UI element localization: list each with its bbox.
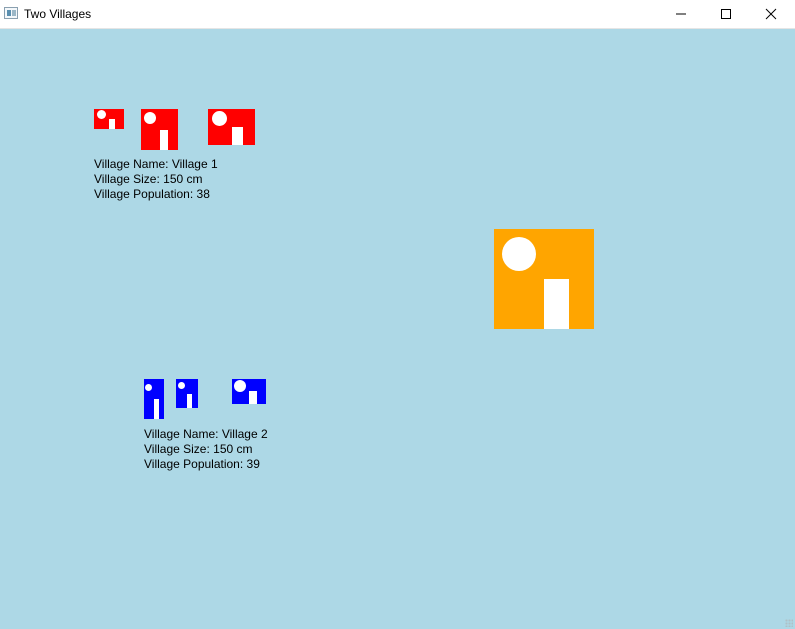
house-door bbox=[160, 130, 168, 150]
village1-size: Village Size: 150 cm bbox=[94, 172, 203, 186]
close-button[interactable] bbox=[748, 0, 794, 28]
village1-info: Village Name: Village 1 Village Size: 15… bbox=[94, 157, 218, 202]
house-window bbox=[144, 112, 156, 124]
house-window bbox=[178, 382, 185, 389]
village2-info: Village Name: Village 2 Village Size: 15… bbox=[144, 427, 268, 472]
minimize-icon bbox=[676, 13, 686, 15]
village1-population: Village Population: 38 bbox=[94, 187, 210, 201]
house-window bbox=[145, 384, 152, 391]
village1-house-3 bbox=[208, 109, 255, 145]
title-bar[interactable]: Two Villages bbox=[0, 0, 795, 29]
app-window: Two Villages Village Name: Village 1 Vil… bbox=[0, 0, 795, 629]
village2-house-1 bbox=[144, 379, 164, 419]
maximize-button[interactable] bbox=[703, 0, 749, 28]
maximize-icon bbox=[721, 9, 731, 19]
village2-name: Village Name: Village 2 bbox=[144, 427, 268, 441]
house-door bbox=[109, 119, 115, 129]
village2-population: Village Population: 39 bbox=[144, 457, 260, 471]
village2-size: Village Size: 150 cm bbox=[144, 442, 253, 456]
canvas-area: Village Name: Village 1 Village Size: 15… bbox=[0, 29, 795, 629]
app-window-icon[interactable] bbox=[4, 7, 18, 19]
house-door bbox=[249, 391, 257, 404]
resize-grip[interactable] bbox=[785, 619, 793, 627]
house-window bbox=[97, 110, 106, 119]
house-door bbox=[544, 279, 569, 329]
house-window bbox=[212, 111, 227, 126]
house-door bbox=[232, 127, 243, 145]
village2-house-2 bbox=[176, 379, 198, 408]
village1-house-2 bbox=[141, 109, 178, 150]
close-icon bbox=[765, 8, 777, 20]
village1-name: Village Name: Village 1 bbox=[94, 157, 218, 171]
minimize-button[interactable] bbox=[658, 0, 704, 28]
house-window bbox=[234, 380, 246, 392]
house-door bbox=[154, 399, 159, 419]
big-orange-house bbox=[494, 229, 594, 329]
house-door bbox=[187, 394, 192, 408]
window-title: Two Villages bbox=[24, 7, 92, 21]
village1-house-1 bbox=[94, 109, 124, 129]
village2-house-3 bbox=[232, 379, 266, 404]
house-window bbox=[502, 237, 536, 271]
